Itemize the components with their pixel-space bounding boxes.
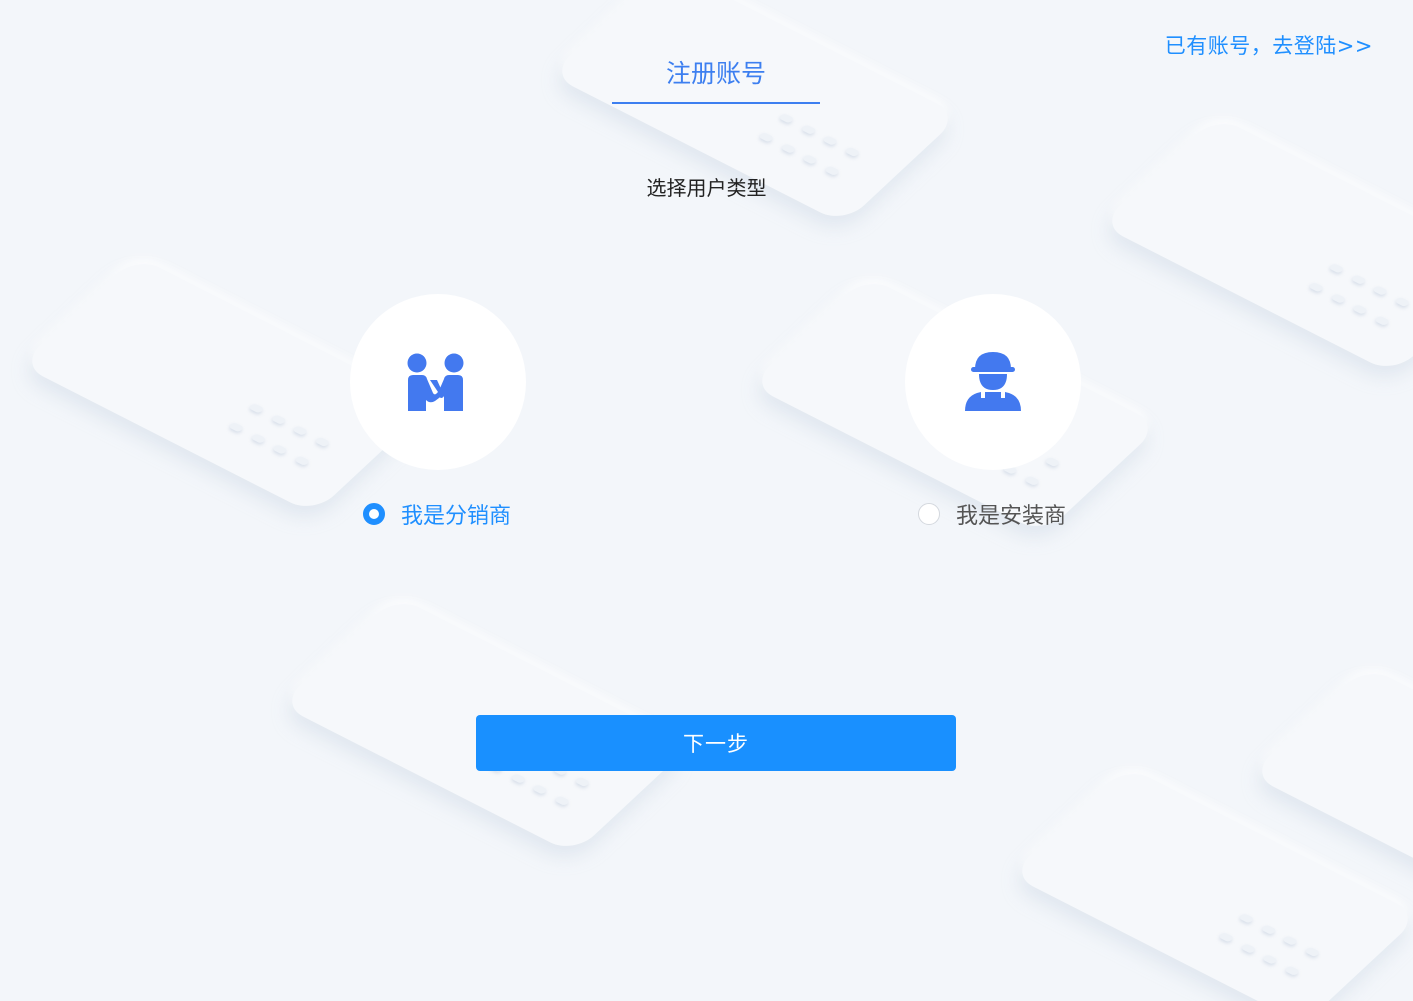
login-link[interactable]: 已有账号，去登陆>> [1165, 30, 1373, 60]
distributor-radio[interactable] [363, 503, 385, 525]
page-title: 注册账号 [612, 54, 820, 104]
distributor-radio-row[interactable]: 我是分销商 [363, 498, 511, 530]
installer-radio-row[interactable]: 我是安装商 [918, 498, 1066, 530]
installer-label[interactable]: 我是安装商 [956, 498, 1066, 530]
distributor-icon-circle[interactable] [350, 294, 526, 470]
installer-icon-circle[interactable] [905, 294, 1081, 470]
worker-icon [965, 352, 1021, 411]
handshake-people-icon [407, 353, 464, 411]
distributor-option[interactable]: 我是分销商 [309, 294, 569, 544]
background-decoration [0, 0, 1413, 1001]
installer-radio[interactable] [918, 503, 940, 525]
next-step-button[interactable]: 下一步 [476, 715, 956, 771]
decorative-card [1249, 665, 1413, 925]
decorative-card [1099, 115, 1413, 375]
distributor-label[interactable]: 我是分销商 [401, 498, 511, 530]
decorative-card [1009, 765, 1413, 1001]
installer-option[interactable]: 我是安装商 [864, 294, 1124, 544]
user-type-heading: 选择用户类型 [646, 176, 767, 200]
